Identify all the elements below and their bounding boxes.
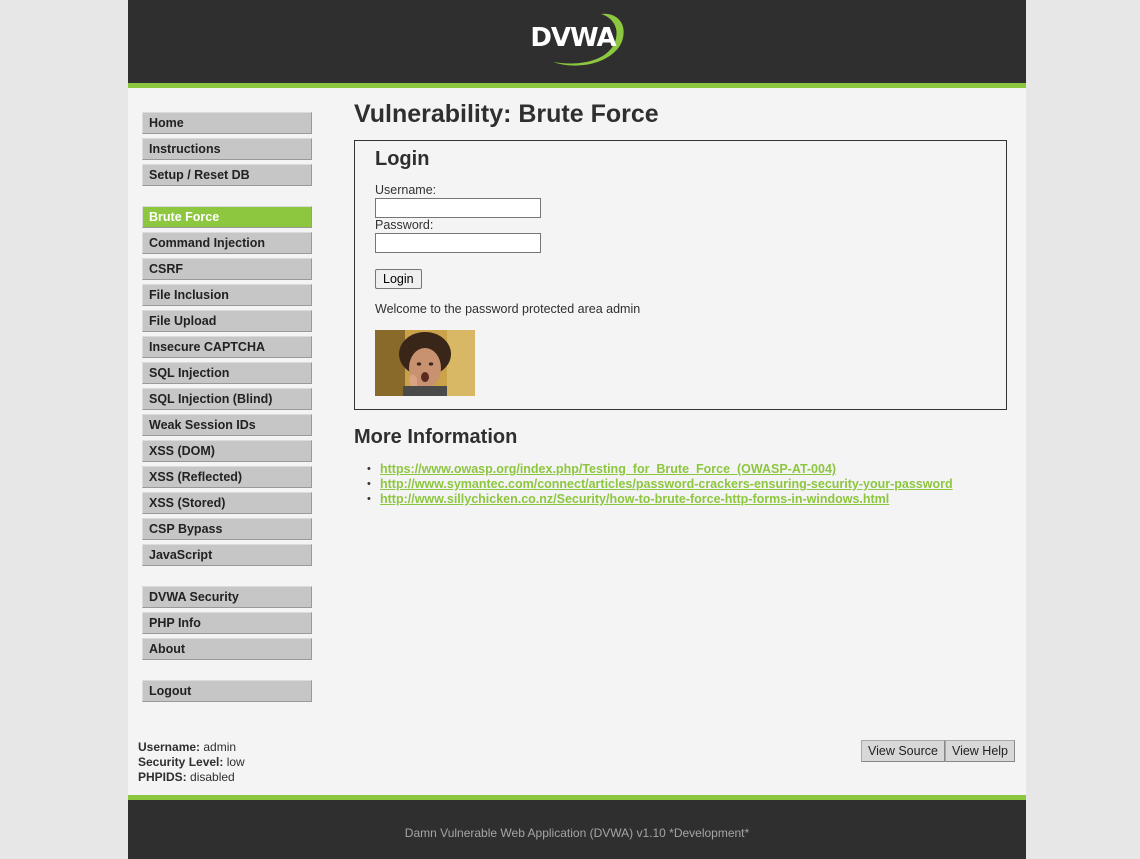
sidebar-item-instructions[interactable]: Instructions (142, 138, 312, 160)
header: DVWA (128, 0, 1026, 88)
view-help-button[interactable]: View Help (944, 740, 1016, 762)
reference-link[interactable]: https://www.owasp.org/index.php/Testing_… (380, 462, 836, 476)
list-item: http://www.sillychicken.co.nz/Security/h… (367, 492, 953, 507)
dvwa-logo[interactable]: DVWA (523, 10, 631, 72)
menu-group-logout: Logout (142, 680, 312, 702)
status-security-label: Security Level: (138, 755, 224, 769)
sidebar-menu: Home Instructions Setup / Reset DB Brute F… (142, 112, 312, 706)
sidebar-item-sql-injection-blind[interactable]: SQL Injection (Blind) (142, 388, 312, 410)
view-buttons: View Source View Help (861, 740, 1016, 762)
status-phpids-label: PHPIDS: (138, 770, 187, 784)
login-heading: Login (375, 148, 430, 170)
password-label: Password: (375, 218, 434, 232)
menu-group-general: Home Instructions Setup / Reset DB (142, 112, 312, 186)
sidebar-item-php-info[interactable]: PHP Info (142, 612, 312, 634)
sidebar-item-logout[interactable]: Logout (142, 680, 312, 702)
logo-text: DVWA (530, 23, 616, 53)
status-phpids: PHPIDS: disabled (138, 770, 245, 785)
sidebar-item-file-upload[interactable]: File Upload (142, 310, 312, 332)
menu-group-vulnerabilities: Brute Force Command Injection CSRF File Inc… (142, 206, 312, 566)
sidebar-item-xss-reflected[interactable]: XSS (Reflected) (142, 466, 312, 488)
sidebar-item-brute-force[interactable]: Brute Force (142, 206, 312, 228)
footer-text: Damn Vulnerable Web Application (DVWA) v… (404, 826, 750, 840)
sidebar-item-insecure-captcha[interactable]: Insecure CAPTCHA (142, 336, 312, 358)
sidebar-item-xss-stored[interactable]: XSS (Stored) (142, 492, 312, 514)
sidebar-item-sql-injection[interactable]: SQL Injection (142, 362, 312, 384)
status-security-value: low (226, 755, 245, 769)
login-button[interactable]: Login (375, 269, 422, 289)
sidebar-item-csp-bypass[interactable]: CSP Bypass (142, 518, 312, 540)
page-title: Vulnerability: Brute Force (354, 100, 659, 128)
status-security: Security Level: low (138, 755, 245, 770)
welcome-message: Welcome to the password protected area a… (375, 302, 641, 316)
footer: Damn Vulnerable Web Application (DVWA) v… (128, 795, 1026, 859)
more-info-heading: More Information (354, 426, 518, 448)
sidebar-item-javascript[interactable]: JavaScript (142, 544, 312, 566)
sidebar-item-csrf[interactable]: CSRF (142, 258, 312, 280)
sidebar-item-setup-reset-db[interactable]: Setup / Reset DB (142, 164, 312, 186)
status-phpids-value: disabled (190, 770, 235, 784)
reference-link[interactable]: http://www.sillychicken.co.nz/Security/h… (380, 492, 889, 506)
sidebar-item-xss-dom[interactable]: XSS (DOM) (142, 440, 312, 462)
list-item: http://www.symantec.com/connect/articles… (367, 477, 953, 492)
main-content: Vulnerability: Brute Force Login Usernam… (354, 100, 1010, 507)
sidebar-item-command-injection[interactable]: Command Injection (142, 232, 312, 254)
sidebar-item-file-inclusion[interactable]: File Inclusion (142, 284, 312, 306)
user-avatar-image (375, 330, 475, 396)
list-item: https://www.owasp.org/index.php/Testing_… (367, 462, 953, 477)
menu-group-settings: DVWA Security PHP Info About (142, 586, 312, 660)
login-panel: Login Username: Password: Login Welcome … (354, 140, 1007, 410)
reference-link[interactable]: http://www.symantec.com/connect/articles… (380, 477, 953, 491)
username-input[interactable] (375, 198, 541, 218)
sidebar-item-dvwa-security[interactable]: DVWA Security (142, 586, 312, 608)
sidebar-item-weak-session-ids[interactable]: Weak Session IDs (142, 414, 312, 436)
status-username-label: Username: (138, 740, 201, 754)
page-container: DVWA Home Instructions Setup / Reset DB Br… (128, 0, 1026, 859)
session-status: Username: admin Security Level: low PHPI… (138, 740, 245, 785)
password-input[interactable] (375, 233, 541, 253)
sidebar-item-home[interactable]: Home (142, 112, 312, 134)
more-info-links: https://www.owasp.org/index.php/Testing_… (367, 462, 953, 507)
view-source-button[interactable]: View Source (861, 740, 945, 762)
status-username: Username: admin (138, 740, 245, 755)
username-label: Username: (375, 183, 437, 197)
sidebar-item-about[interactable]: About (142, 638, 312, 660)
status-username-value: admin (203, 740, 237, 754)
